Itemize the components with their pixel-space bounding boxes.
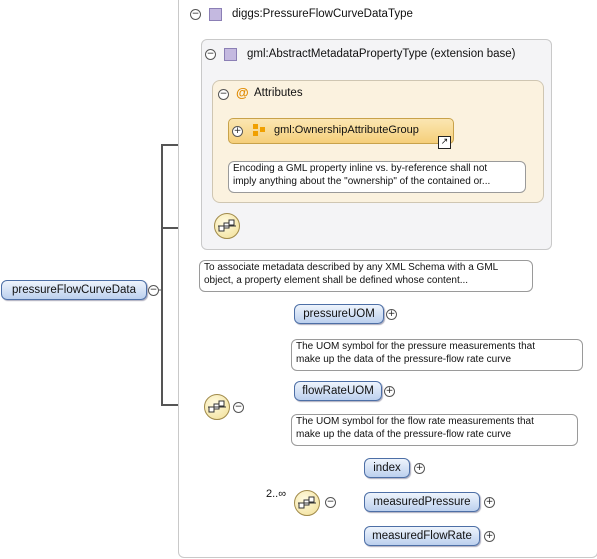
attribute-group-note-line1: Encoding a GML property inline vs. by-re…: [233, 163, 488, 174]
attributes-title: Attributes: [254, 87, 303, 99]
flow-rate-uom-note-line2: make up the data of the pressure-flow ra…: [296, 428, 512, 440]
measured-pressure-element[interactable]: measuredPressure: [364, 492, 480, 512]
expand-measured-flow-rate-toggle[interactable]: +: [484, 531, 495, 542]
collapse-extension-toggle[interactable]: −: [205, 49, 216, 60]
flow-rate-uom-element[interactable]: flowRateUOM: [294, 381, 382, 401]
expand-attribute-group-toggle[interactable]: +: [232, 126, 243, 137]
extension-title: gml:AbstractMetadataPropertyType (extens…: [247, 48, 516, 60]
expand-measured-pressure-toggle[interactable]: +: [484, 497, 495, 508]
expand-index-toggle[interactable]: +: [414, 463, 425, 474]
collapse-attributes-toggle[interactable]: −: [218, 89, 229, 100]
flow-rate-uom-note: The UOM symbol for the flow rate measure…: [291, 414, 578, 446]
inner-sequence-compositor-icon[interactable]: [294, 490, 320, 516]
type-title: diggs:PressureFlowCurveDataType: [232, 8, 413, 20]
collapse-type-toggle[interactable]: −: [190, 9, 201, 20]
index-element[interactable]: index: [364, 458, 410, 478]
attribute-group-label: gml:OwnershipAttributeGroup: [274, 124, 419, 136]
measured-flow-rate-element[interactable]: measuredFlowRate: [364, 526, 480, 546]
attribute-group-icon: [253, 124, 265, 136]
pressure-uom-element[interactable]: pressureUOM: [294, 304, 384, 324]
extension-note-line1: To associate metadata described by any X…: [204, 262, 499, 273]
attribute-group-note: Encoding a GML property inline vs. by-re…: [228, 161, 526, 193]
pressure-uom-note-line2: make up the data of the pressure-flow ra…: [296, 353, 512, 365]
collapse-root-toggle[interactable]: −: [148, 285, 159, 296]
expand-flow-rate-uom-toggle[interactable]: +: [384, 386, 395, 397]
extension-note: To associate metadata described by any X…: [199, 260, 533, 292]
collapse-main-sequence-toggle[interactable]: −: [233, 402, 244, 413]
flow-rate-uom-note-line1: The UOM symbol for the flow rate measure…: [296, 416, 534, 427]
attribute-group-note-line2: imply anything about the "ownership" of …: [233, 175, 491, 187]
pressure-uom-note: The UOM symbol for the pressure measurem…: [291, 339, 583, 371]
extension-type-icon: [224, 48, 237, 61]
root-element[interactable]: pressureFlowCurveData: [1, 280, 147, 300]
complex-type-icon: [209, 8, 222, 21]
extension-note-line2: object, a property element shall be defi…: [204, 274, 469, 286]
external-link-icon[interactable]: ↗: [438, 136, 451, 149]
main-sequence-compositor-icon[interactable]: [204, 394, 230, 420]
at-sign-icon: @: [236, 85, 249, 100]
collapse-inner-sequence-toggle[interactable]: −: [325, 497, 336, 508]
pressure-uom-note-line1: The UOM symbol for the pressure measurem…: [296, 341, 535, 352]
inner-sequence-multiplicity: 2..∞: [266, 488, 287, 500]
expand-pressure-uom-toggle[interactable]: +: [386, 309, 397, 320]
sequence-compositor-icon[interactable]: [214, 213, 240, 239]
